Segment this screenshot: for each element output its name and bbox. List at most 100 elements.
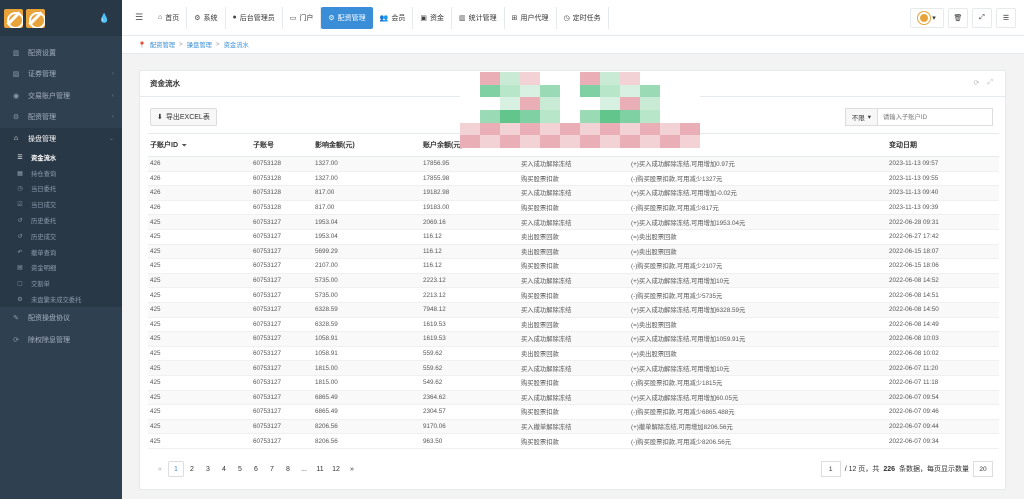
table-row[interactable]: 426 60753128 1327.00 17855.98 购买股票扣款 (-)购买股票扣…: [148, 171, 999, 187]
table-row[interactable]: 425 60753127 1058.91 559.62 卖出股票回款 (=)卖出股票回款 2…: [148, 346, 999, 362]
table-row[interactable]: 426 60753128 1327.00 17856.95 买入成功解除冻结 (+)买入成…: [148, 156, 999, 172]
table-row[interactable]: 425 60753127 8206.56 9170.06 买入撤单解除冻结 (+)撤单解除…: [148, 419, 999, 435]
page-button[interactable]: 8: [280, 461, 296, 477]
sidebar-subitem-delivery[interactable]: ▢ 交割单: [0, 276, 122, 292]
table-row[interactable]: 425 60753127 6865.49 2304.57 购买股票扣款 (-)购买股票扣款…: [148, 404, 999, 420]
table-row[interactable]: 425 60753127 6865.49 2364.62 买入成功解除冻结 (+)买入成功…: [148, 390, 999, 406]
breadcrumb-item[interactable]: 配资管理: [150, 40, 175, 49]
sidebar-subitem-today-deals[interactable]: ☑ 当日成交: [0, 197, 122, 213]
table-row[interactable]: 425 60753127 8206.56 963.50 购买股票扣款 (-)购买股票扣款,…: [148, 433, 999, 449]
cell-amount: 8206.56: [313, 419, 421, 435]
cell-sub-account-id: 426: [148, 171, 251, 187]
sidebar-subitem-label: 撤单查询: [31, 249, 57, 257]
column-header-sub-account: 子账号: [251, 133, 313, 157]
sidebar-item-trading-management[interactable]: ⌂ 操盘管理 ⌄: [0, 128, 122, 150]
sidebar-subitem-history-orders[interactable]: ↺ 历史委托: [0, 213, 122, 229]
page-button[interactable]: 7: [264, 461, 280, 477]
bar-chart-icon: ▥: [12, 49, 20, 57]
drop-icon[interactable]: 💧: [99, 13, 110, 24]
count-suffix-text: 条数据，每页显示数量: [899, 466, 969, 473]
sidebar-subitem-cancel-orders[interactable]: ↶ 撤单查询: [0, 244, 122, 260]
cell-remark: (+)买入成功解除冻结,可用增加0.97元: [629, 156, 887, 172]
export-excel-button[interactable]: ⬇ 导出EXCEL表: [150, 108, 217, 126]
clock-icon: ◷: [17, 186, 23, 193]
tab-home[interactable]: ⌂ 首页: [151, 6, 188, 29]
tab-portal[interactable]: ▭ 门户: [283, 6, 322, 29]
list-icon: ☰: [17, 154, 23, 161]
filter-select[interactable]: 不限 ▾: [844, 108, 877, 126]
refresh-icon[interactable]: ⟳: [974, 79, 980, 87]
cell-type: 购买股票扣款: [519, 287, 629, 303]
tab-admin[interactable]: ● 后台管理员: [226, 6, 283, 29]
filter-icon[interactable]: ⏷: [182, 143, 187, 149]
table-row[interactable]: 425 60753127 6328.59 1619.53 卖出股票回款 (=)卖出股票回款…: [148, 317, 999, 333]
next-page-button[interactable]: »: [344, 461, 360, 477]
page-button[interactable]: 3: [200, 461, 216, 477]
sub-account-search-input[interactable]: [877, 108, 993, 126]
table-row[interactable]: 426 60753128 817.00 19182.98 买入成功解除冻结 (+)买入成功…: [148, 185, 999, 201]
sidebar-item-agreement[interactable]: ✎ 配资操盘协议: [0, 307, 122, 329]
page-button[interactable]: 11: [312, 461, 328, 477]
tab-peizi-management[interactable]: ⚙ 配资管理: [321, 6, 373, 29]
breadcrumb-item[interactable]: 操盘管理: [187, 40, 212, 49]
table-row[interactable]: 425 60753127 1815.00 559.62 买入成功解除冻结 (+)买入成功解…: [148, 360, 999, 376]
cell-type: 买入成功解除冻结: [519, 273, 629, 289]
fullscreen-button[interactable]: ⤢: [972, 8, 992, 28]
history-icon: ↺: [17, 218, 23, 225]
tab-members[interactable]: 👥 会员: [373, 6, 414, 29]
table-row[interactable]: 425 60753127 5735.00 2223.12 买入成功解除冻结 (+)买入成功…: [148, 273, 999, 289]
page-button[interactable]: 4: [216, 461, 232, 477]
sidebar-subitem-unfilled-orders[interactable]: ⚙ 未盘繁未成交委托: [0, 292, 122, 308]
sidebar-item-ex-rights[interactable]: ⟳ 除权除息管理: [0, 329, 122, 351]
sidebar-item-trading-accounts[interactable]: ◉ 交易账户管理 ‹: [0, 85, 122, 107]
page-button[interactable]: ...: [296, 461, 312, 477]
menu-toggle-icon[interactable]: ☰: [130, 12, 148, 23]
table-row[interactable]: 425 60753127 5699.29 116.12 卖出股票回款 (=)卖出股票回款 2…: [148, 244, 999, 260]
user-icon: ●: [232, 14, 237, 21]
cell-remark: (+)买入成功解除冻结,可用增加1059.91元: [629, 331, 887, 347]
table-row[interactable]: 425 60753127 1058.91 1619.53 买入成功解除冻结 (+)买入成功…: [148, 331, 999, 347]
sidebar-subitem-fund-details[interactable]: ▤ 资金明细: [0, 260, 122, 276]
table-row[interactable]: 425 60753127 6328.59 7948.12 买入成功解除冻结 (+)买入成功…: [148, 302, 999, 318]
sidebar-subitem-history-deals[interactable]: ↺ 历史成交: [0, 228, 122, 244]
settings-button[interactable]: ☰: [996, 8, 1016, 28]
tab-scheduled-tasks[interactable]: ◷ 定时任务: [557, 6, 609, 29]
cell-sub-account-id: 425: [148, 419, 251, 435]
page-button[interactable]: 2: [184, 461, 200, 477]
tab-system[interactable]: ⚙ 系统: [187, 6, 226, 29]
tab-statistics[interactable]: ▥ 统计管理: [452, 6, 505, 29]
tab-funds[interactable]: ▣ 资金: [413, 6, 452, 29]
page-button[interactable]: 6: [248, 461, 264, 477]
sidebar-item-securities[interactable]: ▨ 证券管理 ‹: [0, 64, 122, 86]
page-button[interactable]: 5: [232, 461, 248, 477]
cell-date: 2023-11-13 09:39: [887, 200, 999, 216]
sidebar-item-peizi-settings[interactable]: ▥ 配资设置: [0, 42, 122, 64]
sidebar-item-peizi-management[interactable]: ⚙ 配资管理 ‹: [0, 107, 122, 129]
sidebar-subitem-today-orders[interactable]: ◷ 当日委托: [0, 181, 122, 197]
table-row[interactable]: 426 60753128 817.00 19183.00 购买股票扣款 (-)购买股票扣款…: [148, 200, 999, 216]
cell-amount: 8206.56: [313, 433, 421, 449]
cell-date: 2022-06-07 09:34: [887, 433, 999, 449]
fullscreen-icon[interactable]: ⤢: [987, 79, 993, 87]
fund-flow-table: 子账户ID ⏷ 子账号 影响金额(元) 账户余额(元) 变动日期 426 60753…: [148, 133, 999, 449]
cell-date: 2022-06-08 14:50: [887, 302, 999, 318]
user-menu-button[interactable]: ▾: [910, 8, 944, 28]
page-size-input[interactable]: 20: [973, 461, 993, 477]
clear-cache-button[interactable]: 🗑: [948, 8, 968, 28]
tab-agents[interactable]: ⊞ 用户代理: [505, 6, 557, 29]
table-row[interactable]: 425 60753127 1815.00 549.62 购买股票扣款 (-)购买股票扣款,…: [148, 375, 999, 391]
cell-sub-account: 60753127: [251, 433, 313, 449]
table-row[interactable]: 425 60753127 1953.04 2069.16 买入成功解除冻结 (+)买入成功…: [148, 214, 999, 230]
breadcrumb-item[interactable]: 资金流水: [224, 40, 249, 49]
sidebar-subitem-positions[interactable]: ▦ 持仓查询: [0, 165, 122, 181]
prev-page-button[interactable]: «: [152, 461, 168, 477]
current-page-input[interactable]: 1: [820, 461, 841, 477]
page-button[interactable]: 1: [168, 461, 184, 477]
cell-sub-account-id: 425: [148, 360, 251, 376]
column-header-sub-account-id[interactable]: 子账户ID ⏷: [148, 133, 251, 157]
page-button[interactable]: 12: [328, 461, 344, 477]
table-row[interactable]: 425 60753127 1953.04 116.12 卖出股票回款 (=)卖出股票回款 2…: [148, 229, 999, 245]
table-row[interactable]: 425 60753127 2107.00 116.12 购买股票扣款 (-)购买股票扣款,…: [148, 258, 999, 274]
sidebar-subitem-fund-flow[interactable]: ☰ 资金流水: [0, 150, 122, 166]
table-row[interactable]: 425 60753127 5735.00 2213.12 购买股票扣款 (-)购买股票扣款…: [148, 287, 999, 303]
